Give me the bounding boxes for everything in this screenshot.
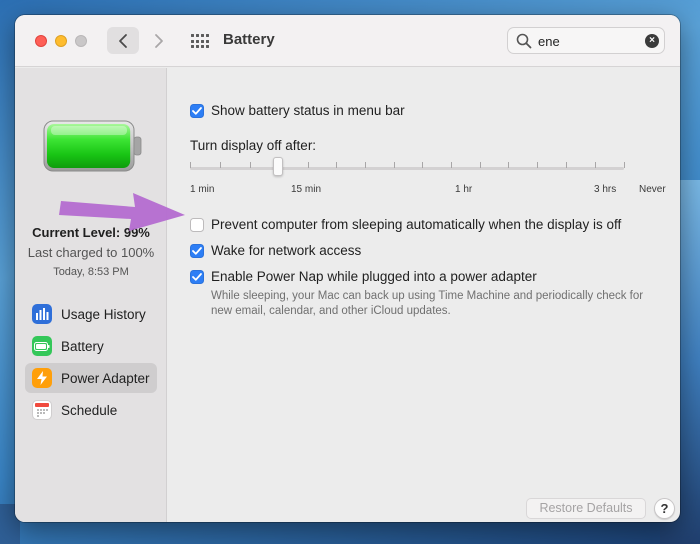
zoom-window-button[interactable] — [75, 35, 87, 47]
search-input[interactable] — [538, 34, 638, 49]
settings-panel: Show battery status in menu bar Turn dis… — [168, 68, 680, 522]
show-all-grid-icon[interactable] — [191, 34, 209, 48]
search-field[interactable]: × — [507, 27, 665, 54]
slider-tick — [624, 162, 625, 168]
title-bar: Battery × — [15, 15, 680, 67]
tick-label-never: Never — [639, 184, 666, 195]
display-off-slider-thumb[interactable] — [273, 157, 283, 176]
slider-tick — [480, 162, 481, 168]
slider-tick — [451, 162, 452, 168]
forward-button[interactable] — [143, 27, 175, 54]
slider-tick — [394, 162, 395, 168]
tick-label-3-hrs: 3 hrs — [594, 184, 617, 195]
display-off-slider-track[interactable] — [190, 167, 624, 170]
slider-tick — [508, 162, 509, 168]
slider-tick — [365, 162, 366, 168]
chevron-right-icon — [155, 33, 163, 48]
wake-network-checkbox[interactable] — [190, 244, 204, 258]
sidebar-item-label: Usage History — [61, 306, 146, 322]
slider-tick — [220, 162, 221, 168]
sidebar-item-label: Schedule — [61, 402, 118, 418]
battery-preferences-window: Battery × — [15, 15, 680, 522]
last-charged-text: Last charged to 100% — [27, 245, 155, 260]
battery-icon — [32, 336, 52, 356]
show-battery-status-checkbox[interactable] — [190, 104, 204, 118]
lightning-icon — [32, 368, 52, 388]
prevent-sleep-checkbox[interactable] — [190, 218, 204, 232]
wake-network-row: Wake for network access — [190, 243, 361, 258]
tick-label-15-min: 15 min — [291, 184, 322, 195]
sidebar-item-label: Power Adapter — [61, 370, 150, 386]
last-charged-time: Today, 8:53 PM — [53, 266, 129, 278]
tick-label-1-hr: 1 hr — [455, 184, 473, 195]
search-icon — [516, 33, 532, 49]
wake-network-label: Wake for network access — [211, 243, 362, 258]
slider-tick — [422, 162, 423, 168]
sidebar-item-schedule[interactable]: Schedule — [25, 395, 157, 425]
power-nap-row: Enable Power Nap while plugged into a po… — [190, 269, 537, 284]
bar-chart-icon — [32, 304, 52, 324]
power-nap-checkbox[interactable] — [190, 270, 204, 284]
power-nap-description: While sleeping, your Mac can back up usi… — [211, 289, 643, 319]
slider-tick — [595, 162, 596, 168]
sidebar-item-power-adapter[interactable]: Power Adapter — [25, 363, 157, 393]
chevron-left-icon — [119, 33, 127, 48]
sidebar: Current Level: 99% Last charged to 100% … — [15, 68, 167, 522]
power-nap-description-line: While sleeping, your Mac can back up usi… — [211, 290, 644, 302]
help-button[interactable]: ? — [654, 498, 675, 519]
slider-tick — [566, 162, 567, 168]
close-window-button[interactable] — [35, 35, 47, 47]
slider-tick — [537, 162, 538, 168]
slider-tick — [308, 162, 309, 168]
battery-level-icon — [43, 120, 142, 172]
sidebar-item-battery[interactable]: Battery — [25, 331, 157, 361]
slider-tick — [250, 162, 251, 168]
sidebar-item-usage-history[interactable]: Usage History — [25, 299, 157, 329]
clear-search-icon[interactable]: × — [645, 34, 659, 48]
restore-defaults-button[interactable]: Restore Defaults — [526, 498, 646, 519]
power-nap-description-line: new email, calendar, and other iCloud up… — [211, 305, 451, 317]
power-nap-label: Enable Power Nap while plugged into a po… — [211, 269, 537, 284]
show-battery-status-row: Show battery status in menu bar — [190, 103, 405, 118]
sidebar-item-label: Battery — [61, 338, 104, 354]
calendar-icon — [32, 400, 52, 420]
annotation-arrow-icon — [59, 193, 185, 231]
slider-tick — [336, 162, 337, 168]
tick-label-1-min: 1 min — [190, 184, 215, 195]
turn-display-off-label: Turn display off after: — [190, 138, 317, 153]
prevent-sleep-label: Prevent computer from sleeping automatic… — [211, 217, 622, 232]
window-title: Battery — [223, 31, 275, 48]
back-button[interactable] — [107, 27, 139, 54]
prevent-sleep-row: Prevent computer from sleeping automatic… — [190, 217, 621, 232]
slider-tick — [190, 162, 191, 168]
minimize-window-button[interactable] — [55, 35, 67, 47]
show-battery-status-label: Show battery status in menu bar — [211, 103, 405, 118]
